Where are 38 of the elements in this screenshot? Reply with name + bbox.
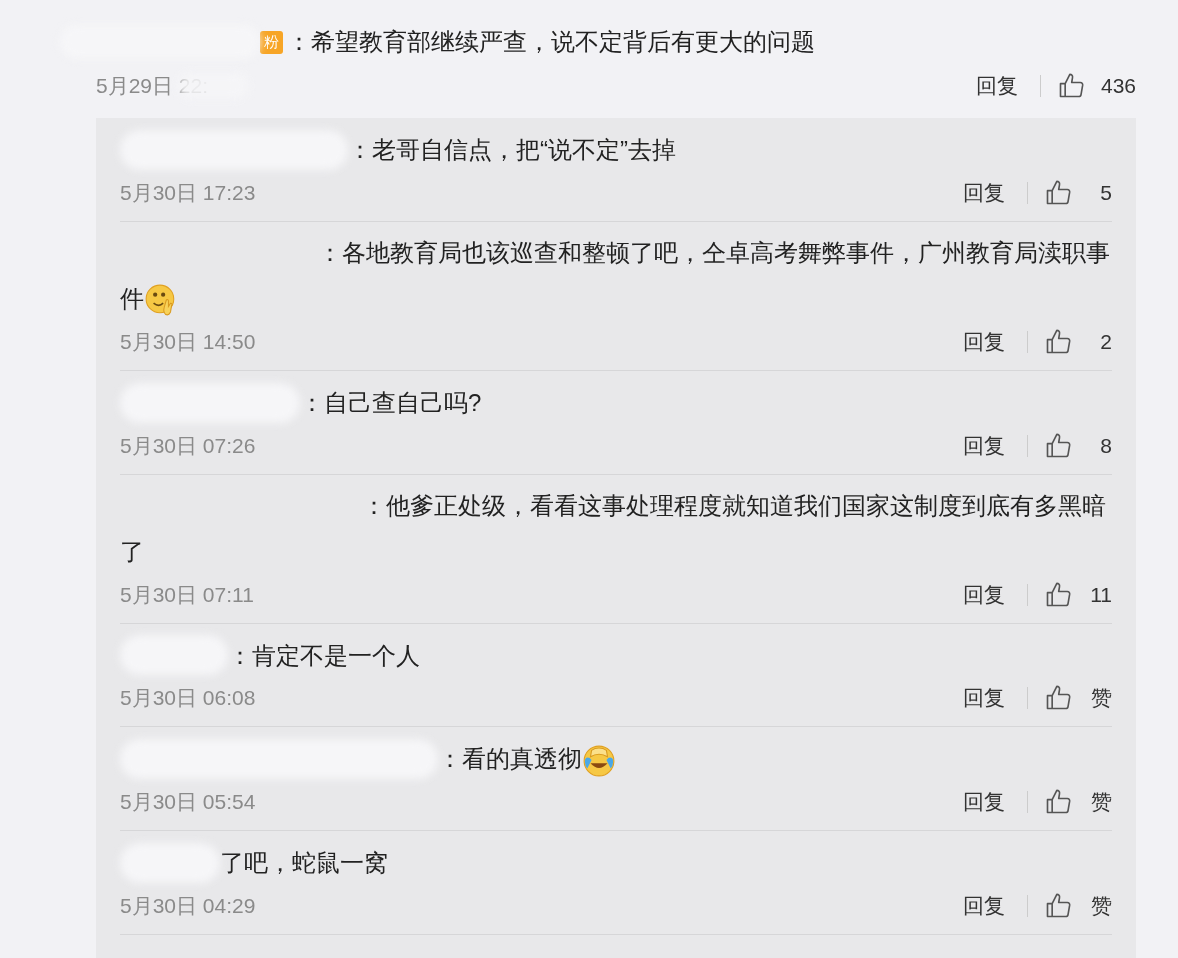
reply-text: ：各地教育局也该巡查和整顿了吧，仝卓高考舞弊事件，广州教育局渎职事件: [120, 229, 1112, 322]
thumbs-up-icon[interactable]: [1044, 178, 1072, 207]
reply-text: ：他爹正处级，看看这事处理程度就知道我们国家这制度到底有多黑暗了: [120, 490, 1107, 567]
like-count: 8: [1099, 433, 1112, 458]
like-count: 赞: [1090, 789, 1112, 816]
like-count: 436: [1100, 74, 1136, 98]
reply-button[interactable]: 回复: [975, 72, 1018, 100]
thumbs-up-icon[interactable]: [1044, 327, 1072, 356]
like-count: 11: [1089, 582, 1112, 607]
thumbs-up-icon[interactable]: [1044, 431, 1072, 460]
reply-time: 5月30日 14:50: [120, 328, 256, 355]
laughing-emoji-icon: [582, 743, 616, 778]
comment-text: ：希望教育部继续严查，说不定背后有更大的问题: [287, 27, 815, 57]
like-count: 赞: [1090, 892, 1112, 919]
thumbs-up-icon[interactable]: [1044, 891, 1072, 920]
reply-button[interactable]: 回复: [963, 178, 1005, 207]
fan-badge: 粉: [260, 30, 283, 54]
reply-button[interactable]: 回复: [963, 580, 1005, 609]
reply-text: ：看的真透彻: [438, 745, 616, 773]
reply-time: 5月30日 04:29: [120, 892, 256, 919]
reply-button[interactable]: 回复: [963, 684, 1005, 713]
reply-time: 5月30日 05:54: [120, 789, 256, 816]
reply-text: ：自己查自己吗?: [300, 388, 482, 416]
reply-button[interactable]: 回复: [963, 891, 1005, 920]
reply-time: 5月30日 07:11: [120, 581, 254, 608]
like-count: 5: [1099, 180, 1112, 205]
reply-button[interactable]: 回复: [963, 327, 1005, 356]
reply-text: 了吧，蛇鼠一窝: [220, 848, 388, 876]
reply-time: 5月30日 06:08: [120, 685, 256, 712]
like-count: 赞: [1090, 685, 1112, 712]
reply-text: ：老哥自信点，把“说不定”去掉: [348, 135, 676, 163]
reply-button[interactable]: 回复: [963, 788, 1005, 817]
like-count: 2: [1099, 329, 1112, 354]
thumbs-up-icon[interactable]: [1044, 580, 1072, 609]
reply-text: ：肯定不是一个人: [228, 641, 420, 669]
reply-time: 5月30日 07:26: [120, 432, 256, 459]
reply-time: 5月30日 17:23: [120, 179, 256, 206]
reply-button[interactable]: 回复: [963, 431, 1005, 460]
